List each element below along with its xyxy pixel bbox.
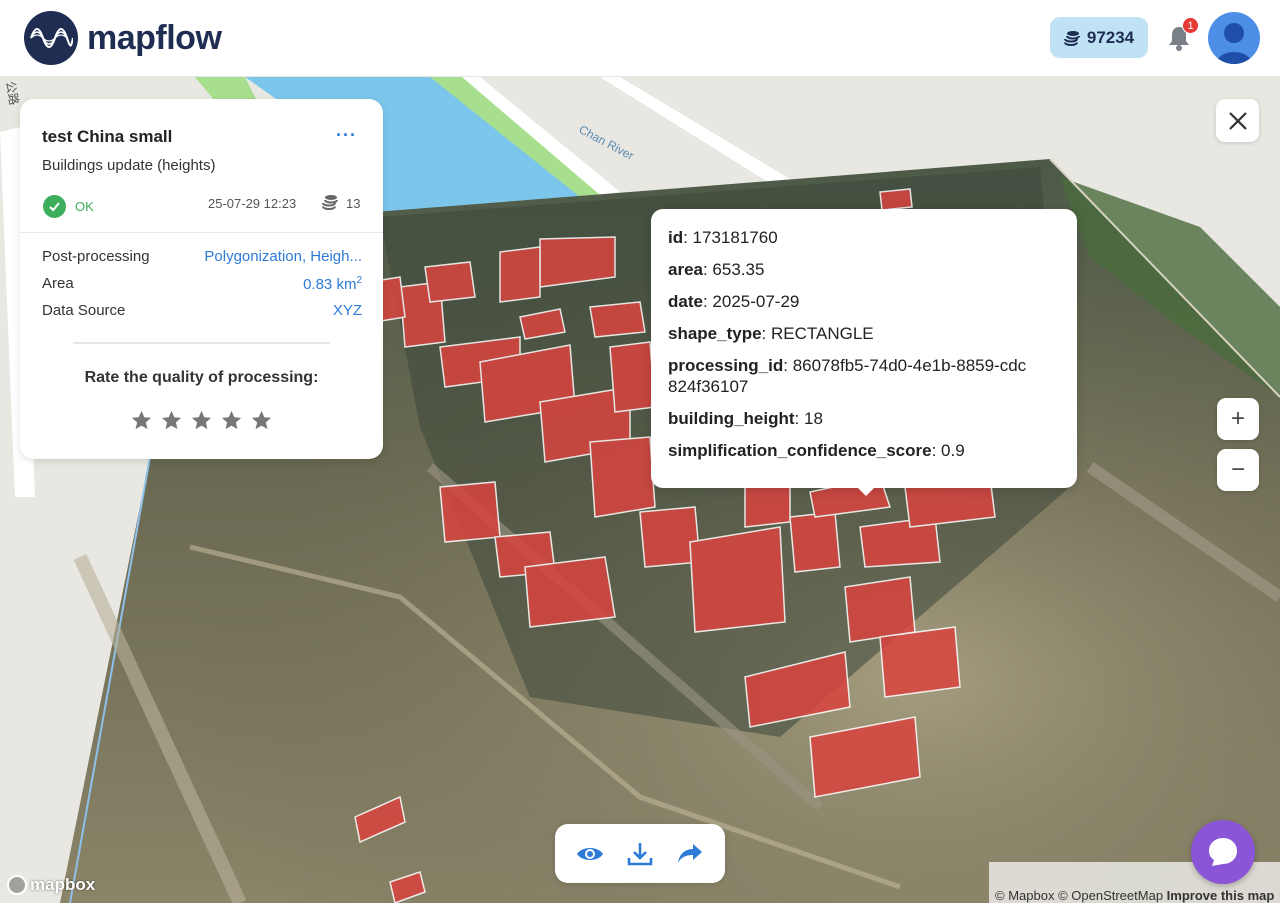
property-area: Area 0.83 km2 [42,275,362,293]
notification-badge: 1 [1182,17,1199,34]
close-button[interactable] [1216,99,1259,142]
download-button[interactable] [625,839,655,869]
divider [20,232,383,233]
star-icon[interactable] [250,409,273,432]
popup-row-area: area: 653.35 [668,260,765,279]
improve-map-link[interactable]: Improve this map [1167,888,1275,903]
check-circle-icon [43,195,66,218]
processing-title: test China small [42,127,173,146]
star-icon[interactable] [190,409,213,432]
credits-balance[interactable]: 97234 [1050,17,1148,58]
star-icon[interactable] [220,409,243,432]
view-button[interactable] [575,839,605,869]
close-icon [1228,111,1247,130]
attribution-mapbox[interactable]: © Mapbox [995,888,1054,903]
property-value[interactable]: Polygonization, Heigh... [204,248,362,265]
property-data-source: Data Source XYZ [42,302,362,319]
status-text: OK [75,199,94,214]
processing-date: 25-07-29 12:23 [208,196,297,211]
result-toolbar [555,824,725,883]
processing-workflow: Buildings update (heights) [42,157,216,174]
rating-stars [130,409,273,432]
coins-icon [1063,30,1080,46]
processing-cost: 13 [346,196,361,211]
popup-row-id: id: 173181760 [668,228,778,247]
popup-row-date: date: 2025-07-29 [668,292,800,311]
credits-value: 97234 [1086,27,1135,47]
coins-icon [322,195,338,210]
chat-bubble-icon [1209,838,1237,866]
popup-tip [856,486,876,496]
property-value[interactable]: XYZ [333,302,362,319]
app-header: mapflow 97234 1 [0,0,1280,77]
property-label: Data Source [42,302,126,319]
property-value: 0.83 km2 [303,275,362,293]
star-icon[interactable] [130,409,153,432]
mapbox-icon [7,875,27,895]
mapbox-logo[interactable]: mapbox [7,875,95,895]
popup-row-confidence: simplification_confidence_score: 0.9 [668,441,965,460]
download-icon [627,842,653,865]
chat-button[interactable] [1191,820,1255,884]
popup-row-shape-type: shape_type: RECTANGLE [668,324,874,343]
mapflow-logo[interactable]: mapflow [24,11,222,65]
property-post-processing: Post-processing Polygonization, Heigh... [42,248,362,265]
attribution-osm[interactable]: © OpenStreetMap [1058,888,1163,903]
property-label: Post-processing [42,248,150,265]
processing-info-card: test China small ··· Buildings update (h… [20,99,383,459]
share-button[interactable] [675,839,705,869]
popup-row-building-height: building_height: 18 [668,409,823,428]
eye-icon [577,847,603,860]
property-label: Area [42,275,74,292]
zoom-out-button[interactable]: − [1217,449,1259,491]
logo-text: mapflow [87,18,222,57]
feature-popup: id: 173181760 area: 653.35 date: 2025-07… [651,209,1077,488]
user-icon [1216,23,1252,64]
user-avatar[interactable] [1208,12,1260,64]
mapflow-logo-icon [24,11,78,65]
popup-row-processing-id: processing_id: 86078fb5-74d0-4e1b-8859-c… [668,356,1027,396]
zoom-in-button[interactable]: + [1217,398,1259,440]
rate-label: Rate the quality of processing: [84,369,319,386]
star-icon[interactable] [160,409,183,432]
divider [73,342,330,344]
more-options-button[interactable]: ··· [336,125,357,146]
share-arrow-icon [678,843,702,863]
